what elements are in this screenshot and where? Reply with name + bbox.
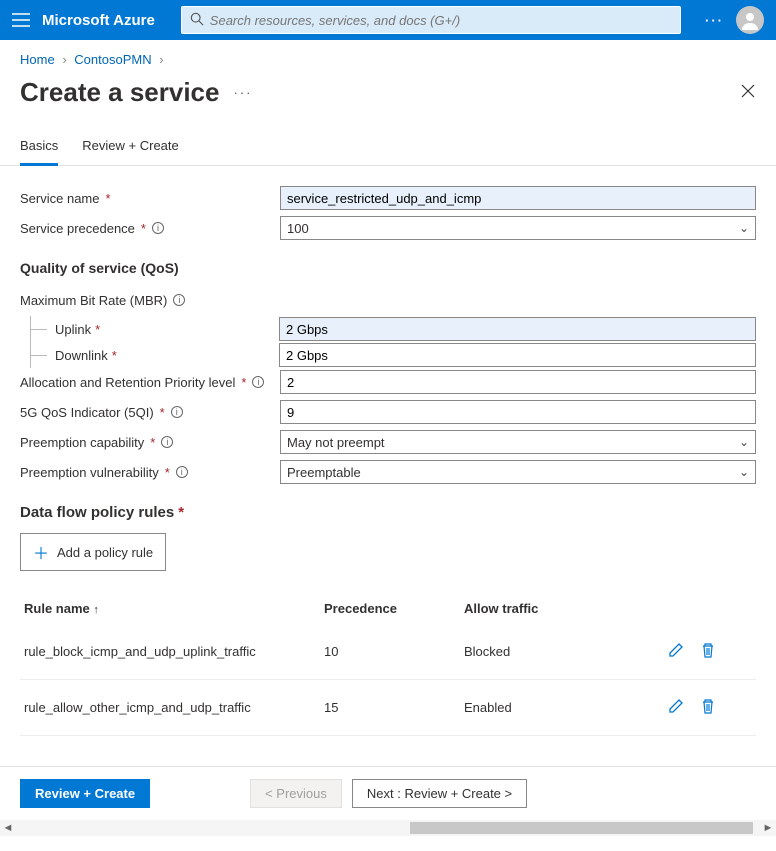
more-icon[interactable]: ··· [705, 13, 724, 28]
preempt-vul-select[interactable]: Preemptable ⌄ [280, 460, 756, 484]
rule-precedence-cell: 15 [320, 680, 460, 736]
uplink-label: Uplink [55, 322, 91, 337]
global-search[interactable] [181, 6, 681, 34]
qos-section-title: Quality of service (QoS) [20, 260, 756, 276]
review-create-button[interactable]: Review + Create [20, 779, 150, 808]
mbr-label: Maximum Bit Rate (MBR) [20, 293, 167, 308]
chevron-down-icon: ⌄ [739, 435, 749, 449]
breadcrumb-item[interactable]: ContosoPMN [74, 52, 151, 67]
info-icon[interactable]: i [161, 436, 173, 448]
arp-input[interactable] [280, 370, 756, 394]
uplink-input[interactable] [279, 317, 756, 341]
horizontal-scrollbar[interactable]: ◄ ► [0, 820, 776, 836]
service-precedence-label: Service precedence [20, 221, 135, 236]
info-icon[interactable]: i [176, 466, 188, 478]
required-marker: * [105, 191, 110, 206]
required-marker: * [160, 405, 165, 420]
rule-allow-cell: Enabled [460, 680, 656, 736]
scroll-right-icon[interactable]: ► [760, 822, 776, 834]
delete-icon[interactable] [692, 642, 724, 658]
preempt-vul-label: Preemption vulnerability [20, 465, 159, 480]
chevron-right-icon: › [62, 52, 66, 67]
rule-allow-cell: Blocked [460, 624, 656, 680]
downlink-label: Downlink [55, 348, 108, 363]
service-precedence-value: 100 [287, 221, 309, 236]
preempt-cap-label: Preemption capability [20, 435, 144, 450]
info-icon[interactable]: i [152, 222, 164, 234]
col-rule-name[interactable]: Rule name ↑ [20, 593, 320, 624]
rules-section-title: Data flow policy rules [20, 504, 174, 521]
rule-name-cell: rule_block_icmp_and_udp_uplink_traffic [20, 624, 320, 680]
info-icon[interactable]: i [173, 294, 185, 306]
page-title: Create a service [20, 77, 219, 108]
service-name-input[interactable] [280, 186, 756, 210]
info-icon[interactable]: i [252, 376, 264, 388]
add-policy-rule-label: Add a policy rule [57, 545, 153, 560]
edit-icon[interactable] [660, 698, 692, 714]
fiveqi-input[interactable] [280, 400, 756, 424]
preempt-cap-value: May not preempt [287, 435, 385, 450]
delete-icon[interactable] [692, 698, 724, 714]
required-marker: * [112, 348, 117, 363]
rule-precedence-cell: 10 [320, 624, 460, 680]
preempt-vul-value: Preemptable [287, 465, 361, 480]
breadcrumb: Home › ContosoPMN › [0, 40, 776, 73]
required-marker: * [241, 375, 246, 390]
preempt-cap-select[interactable]: May not preempt ⌄ [280, 430, 756, 454]
menu-icon[interactable] [12, 13, 30, 27]
service-precedence-select[interactable]: 100 ⌄ [280, 216, 756, 240]
brand-label: Microsoft Azure [42, 12, 155, 29]
more-icon[interactable]: ··· [233, 85, 252, 100]
breadcrumb-home[interactable]: Home [20, 52, 55, 67]
downlink-input[interactable] [279, 343, 756, 367]
rule-name-cell: rule_allow_other_icmp_and_udp_traffic [20, 680, 320, 736]
rules-table: Rule name ↑ Precedence Allow traffic rul… [20, 593, 756, 736]
next-button[interactable]: Next : Review + Create > [352, 779, 527, 808]
fiveqi-label: 5G QoS Indicator (5QI) [20, 405, 154, 420]
required-marker: * [165, 465, 170, 480]
service-name-label: Service name [20, 191, 99, 206]
col-precedence[interactable]: Precedence [320, 593, 460, 624]
arp-label: Allocation and Retention Priority level [20, 375, 235, 390]
avatar[interactable] [736, 6, 764, 34]
chevron-down-icon: ⌄ [739, 465, 749, 479]
search-input[interactable] [204, 13, 672, 28]
required-marker: * [141, 221, 146, 236]
required-marker: * [95, 322, 100, 337]
tab-review[interactable]: Review + Create [82, 132, 178, 165]
chevron-down-icon: ⌄ [739, 221, 749, 235]
table-row: rule_allow_other_icmp_and_udp_traffic15E… [20, 680, 756, 736]
chevron-right-icon: › [159, 52, 163, 67]
tab-basics[interactable]: Basics [20, 132, 58, 166]
edit-icon[interactable] [660, 642, 692, 658]
sort-up-icon: ↑ [93, 604, 99, 616]
search-icon [190, 12, 204, 29]
plus-icon: ＋ [33, 540, 49, 564]
info-icon[interactable]: i [171, 406, 183, 418]
table-row: rule_block_icmp_and_udp_uplink_traffic10… [20, 624, 756, 680]
add-policy-rule-button[interactable]: ＋ Add a policy rule [20, 533, 166, 571]
close-icon[interactable] [740, 83, 756, 102]
previous-button[interactable]: < Previous [250, 779, 342, 808]
required-marker: * [178, 504, 184, 521]
required-marker: * [150, 435, 155, 450]
col-allow-traffic[interactable]: Allow traffic [460, 593, 656, 624]
scroll-left-icon[interactable]: ◄ [0, 822, 16, 834]
